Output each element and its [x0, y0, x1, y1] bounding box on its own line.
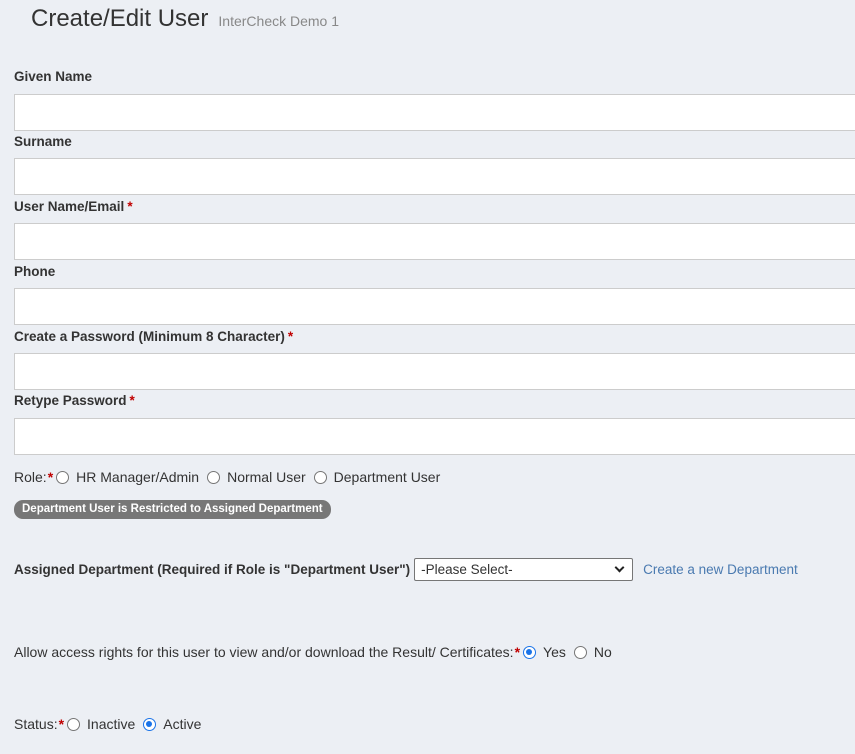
status-radio-inactive[interactable]: [67, 717, 81, 731]
username-input[interactable]: [14, 223, 855, 260]
required-marker: *: [58, 716, 65, 732]
page-subtitle: InterCheck Demo 1: [218, 13, 340, 29]
password-label: Create a Password (Minimum 8 Character) *: [14, 329, 293, 344]
password-input[interactable]: [14, 353, 855, 390]
role-option-department-user[interactable]: Department User: [334, 469, 441, 485]
page-header: Create/Edit User InterCheck Demo 1: [31, 5, 339, 33]
role-label: Role:: [14, 469, 47, 485]
given-name-label-text: Given Name: [14, 69, 93, 84]
phone-input[interactable]: [14, 288, 855, 325]
required-marker: *: [47, 469, 54, 485]
access-label: Allow access rights for this user to vie…: [14, 644, 514, 660]
role-radio-normal-user[interactable]: [207, 470, 221, 484]
access-option-no[interactable]: No: [594, 644, 612, 660]
required-marker: *: [127, 199, 133, 214]
phone-label-text: Phone: [14, 264, 56, 279]
required-marker: *: [129, 393, 135, 408]
given-name-input[interactable]: [14, 94, 855, 131]
assigned-department-label: Assigned Department (Required if Role is…: [14, 562, 411, 577]
required-marker: *: [514, 644, 521, 660]
department-select-value: -Please Select-: [421, 562, 513, 577]
access-radio-group: Allow access rights for this user to vie…: [14, 644, 620, 660]
status-radio-active[interactable]: [143, 717, 157, 731]
access-radio-yes[interactable]: [523, 645, 537, 659]
given-name-label: Given Name: [14, 69, 92, 84]
role-option-normal-user[interactable]: Normal User: [227, 469, 306, 485]
status-radio-group: Status: * Inactive Active: [14, 716, 209, 732]
retype-password-label-text: Retype Password: [14, 393, 127, 408]
required-marker: *: [287, 329, 294, 344]
access-radio-no[interactable]: [573, 645, 587, 659]
retype-password-input[interactable]: [14, 418, 855, 455]
surname-input[interactable]: [14, 158, 855, 195]
assigned-department-row: Assigned Department (Required if Role is…: [14, 558, 798, 581]
create-department-link[interactable]: Create a new Department: [643, 562, 798, 577]
access-option-yes[interactable]: Yes: [543, 644, 566, 660]
password-label-text: Create a Password (Minimum 8 Character): [14, 329, 285, 344]
username-label: User Name/Email *: [14, 199, 133, 214]
phone-label: Phone: [14, 264, 55, 279]
page-title: Create/Edit User: [31, 5, 209, 32]
username-label-text: User Name/Email: [14, 199, 125, 214]
surname-label: Surname: [14, 134, 72, 149]
status-option-inactive[interactable]: Inactive: [87, 716, 135, 732]
role-option-hr-manager[interactable]: HR Manager/Admin: [76, 469, 199, 485]
status-label: Status:: [14, 716, 58, 732]
role-radio-group: Role: * HR Manager/Admin Normal User Dep…: [14, 469, 448, 485]
retype-password-label: Retype Password *: [14, 393, 135, 408]
role-radio-department-user[interactable]: [313, 470, 327, 484]
surname-label-text: Surname: [14, 134, 72, 149]
chevron-down-icon: [614, 562, 625, 573]
department-select[interactable]: -Please Select-: [414, 558, 634, 581]
department-restriction-badge: Department User is Restricted to Assigne…: [14, 500, 331, 519]
role-radio-hr-manager[interactable]: [56, 470, 70, 484]
status-option-active[interactable]: Active: [163, 716, 201, 732]
